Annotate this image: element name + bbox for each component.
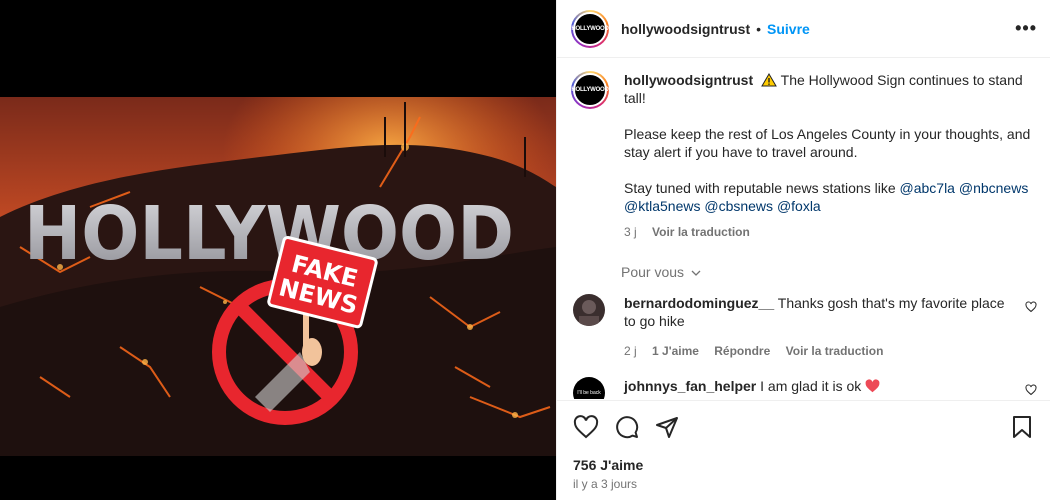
comment-body: johnnys_fan_helper I am glad it is ok	[624, 377, 1019, 395]
comments-section[interactable]: HOLLYWOOD hollywoodsigntrust The Hollywo…	[557, 59, 1050, 399]
caption-meta: 3 j Voir la traduction	[624, 223, 1044, 241]
commenter-username[interactable]: johnnys_fan_helper	[624, 378, 756, 394]
comment-age: 2 j	[624, 344, 637, 358]
separator-dot: •	[756, 20, 762, 37]
mention-ktla5news[interactable]: @ktla5news	[624, 198, 700, 214]
caption-age: 3 j	[624, 225, 637, 239]
comment-translate-link[interactable]: Voir la traduction	[786, 344, 884, 358]
post-side-panel: HOLLYWOOD hollywoodsigntrust • Suivre ••…	[556, 0, 1050, 500]
comment-text: I am glad it is ok	[760, 378, 862, 394]
caption-paragraph3-prefix: Stay tuned with reputable news stations …	[624, 180, 900, 196]
comment-likes[interactable]: 1 J'aime	[652, 344, 699, 358]
caption-author-avatar[interactable]: HOLLYWOOD	[571, 71, 609, 109]
commenter-avatar-text: I'll be back	[577, 390, 601, 396]
like-heart-icon[interactable]	[573, 415, 599, 439]
hollywood-sign-text: HOLLYWOOD	[24, 191, 514, 277]
share-icon[interactable]	[655, 415, 679, 439]
post-media[interactable]: HOLLYWOOD FAKE NEWS	[0, 0, 556, 500]
comment-reply-button[interactable]: Répondre	[714, 344, 770, 358]
comment-icon[interactable]	[615, 415, 639, 439]
mention-nbcnews[interactable]: @nbcnews	[959, 180, 1028, 196]
comment-like-heart-icon[interactable]	[1025, 384, 1037, 396]
caption-paragraph3: Stay tuned with reputable news stations …	[624, 179, 1044, 215]
save-bookmark-icon[interactable]	[1011, 415, 1033, 439]
caption-paragraph2: Please keep the rest of Los Angeles Coun…	[624, 126, 1031, 160]
author-username[interactable]: hollywoodsigntrust	[621, 21, 750, 37]
commenter-username[interactable]: bernardodominguez__	[624, 295, 774, 311]
mention-cbsnews[interactable]: @cbsnews	[704, 198, 773, 214]
caption-avatar-logo: HOLLYWOOD	[571, 73, 609, 107]
post-actions: 756 J'aime il y a 3 jours	[557, 400, 1050, 500]
caption-body: hollywoodsigntrust The Hollywood Sign co…	[624, 71, 1044, 241]
caption-username[interactable]: hollywoodsigntrust	[624, 72, 753, 88]
post-header: HOLLYWOOD hollywoodsigntrust • Suivre ••…	[557, 0, 1050, 58]
mention-foxla[interactable]: @foxla	[777, 198, 821, 214]
commenter-avatar-image	[573, 294, 605, 326]
comment-body: bernardodominguez__ Thanks gosh that's m…	[624, 294, 1019, 360]
likes-count[interactable]: 756 J'aime	[573, 457, 643, 473]
mention-abc7la[interactable]: @abc7la	[900, 180, 955, 196]
red-heart-icon	[865, 379, 880, 393]
warning-icon	[761, 73, 777, 87]
caption-translate-link[interactable]: Voir la traduction	[652, 225, 750, 239]
for-you-label: Pour vous	[621, 264, 685, 280]
comment-like-heart-icon[interactable]	[1025, 301, 1037, 313]
for-you-filter[interactable]: Pour vous	[621, 264, 701, 280]
post-image[interactable]: HOLLYWOOD FAKE NEWS	[0, 97, 556, 456]
commenter-avatar[interactable]: I'll be back	[573, 377, 605, 399]
author-avatar-logo: HOLLYWOOD	[571, 11, 609, 46]
post-timestamp: il y a 3 jours	[573, 477, 638, 491]
chevron-down-icon	[691, 270, 701, 276]
follow-button[interactable]: Suivre	[767, 21, 810, 37]
commenter-avatar[interactable]	[573, 294, 605, 326]
author-avatar[interactable]: HOLLYWOOD	[571, 9, 609, 48]
more-options-icon[interactable]: •••	[1015, 18, 1037, 39]
comment-meta: 2 j 1 J'aime Répondre Voir la traduction	[624, 342, 1019, 360]
